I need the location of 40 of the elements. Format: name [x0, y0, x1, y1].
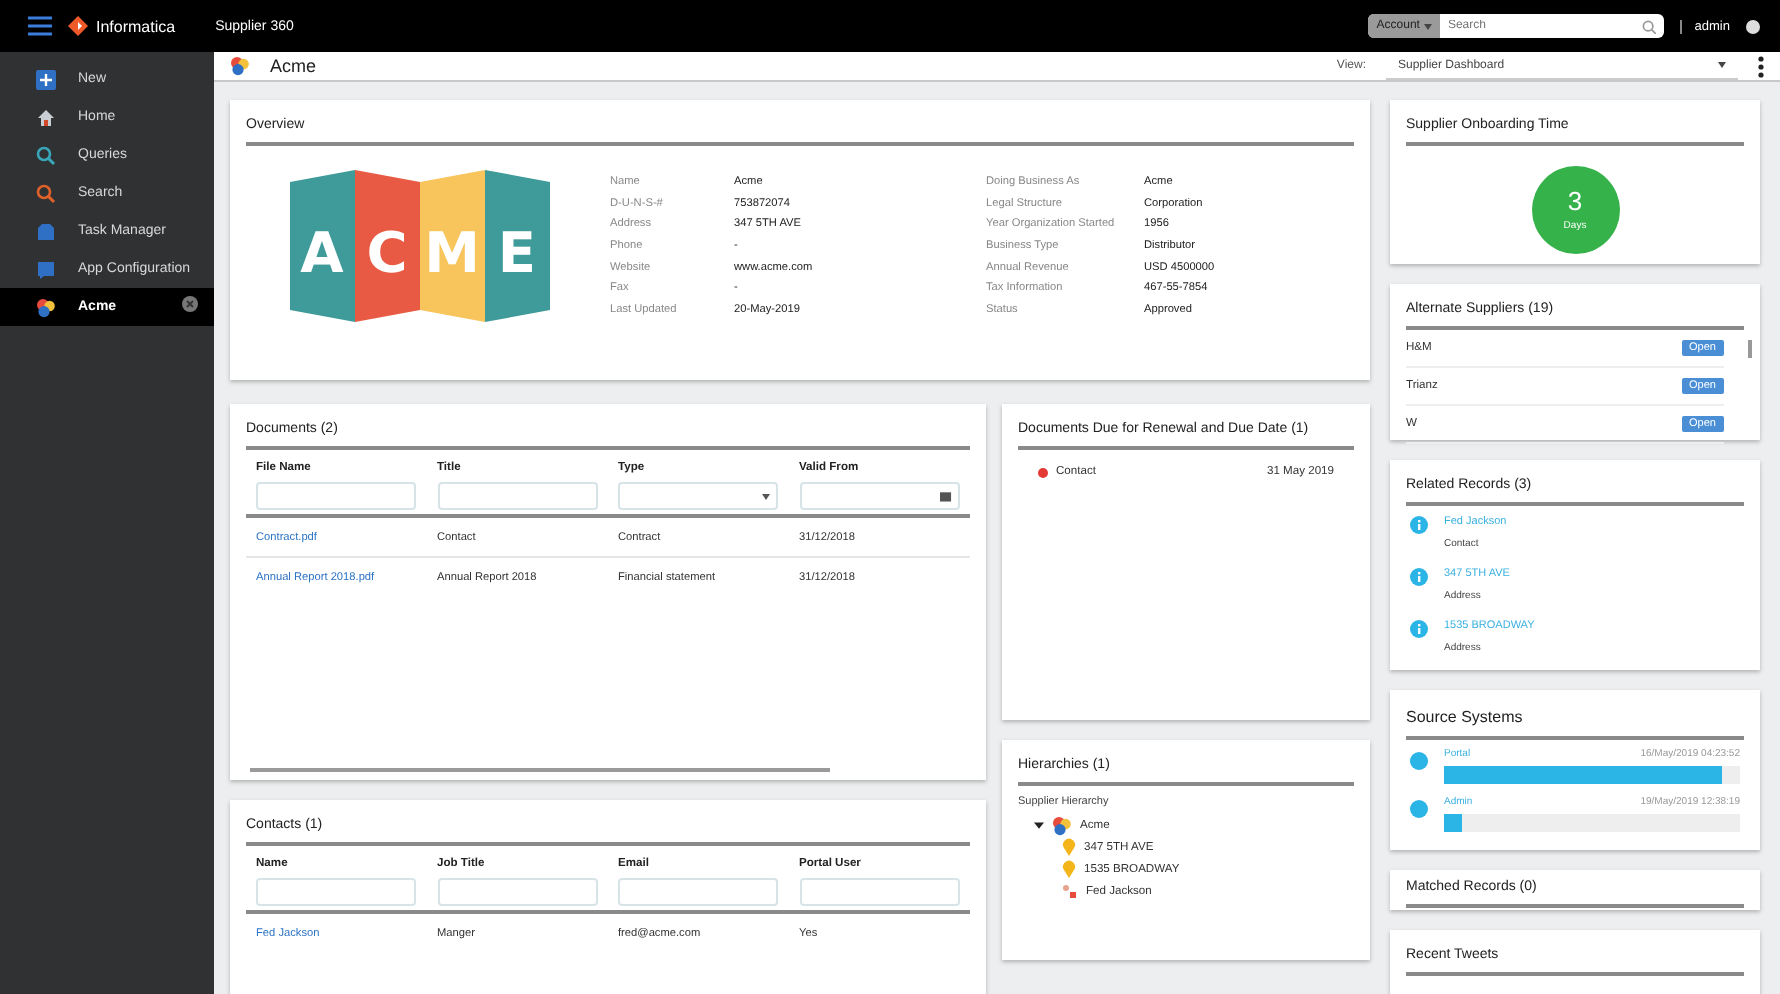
- magnifier-icon: [36, 145, 56, 165]
- caret-icon[interactable]: [1034, 820, 1044, 830]
- pin-icon: [1062, 860, 1076, 878]
- calendar-icon: [939, 490, 951, 502]
- search-icon: [36, 183, 56, 203]
- menu-icon[interactable]: [28, 16, 52, 36]
- card-title: Source Systems: [1406, 702, 1744, 740]
- info-icon: [1410, 620, 1428, 638]
- record-title: Acme: [270, 56, 317, 76]
- filter-field[interactable]: [437, 878, 597, 906]
- type-dropdown[interactable]: [618, 482, 778, 510]
- filter-field[interactable]: [618, 878, 778, 906]
- scrollbar[interactable]: [250, 768, 830, 772]
- filter-field[interactable]: [256, 482, 416, 510]
- record-icon: [230, 56, 250, 76]
- info-icon: [1410, 568, 1428, 586]
- filter-field[interactable]: [437, 482, 597, 510]
- close-icon[interactable]: [182, 296, 198, 312]
- filter-field[interactable]: [799, 878, 959, 906]
- plus-icon: [36, 69, 56, 89]
- pin-icon: [1062, 838, 1076, 856]
- home-icon: [36, 107, 56, 127]
- acme-logo: A C M E: [290, 162, 550, 330]
- diamond-logo-icon: [68, 16, 88, 36]
- app-name: Informatica: [96, 17, 176, 35]
- filter-field[interactable]: [256, 878, 416, 906]
- search-icon: [1642, 19, 1657, 33]
- record-icon: [36, 297, 56, 317]
- source-dot: [1410, 752, 1428, 770]
- person-icon: [1062, 883, 1078, 899]
- info-icon: [1410, 516, 1428, 534]
- more-icon[interactable]: [1758, 55, 1764, 77]
- date-field[interactable]: [799, 482, 959, 510]
- alert-icon: [1038, 467, 1048, 477]
- source-dot: [1410, 800, 1428, 818]
- caret-icon: [1718, 62, 1726, 68]
- scrollbar[interactable]: [1748, 340, 1752, 358]
- caret-icon: [762, 493, 770, 499]
- caret-icon: [1423, 23, 1432, 29]
- record-icon: [1052, 815, 1072, 835]
